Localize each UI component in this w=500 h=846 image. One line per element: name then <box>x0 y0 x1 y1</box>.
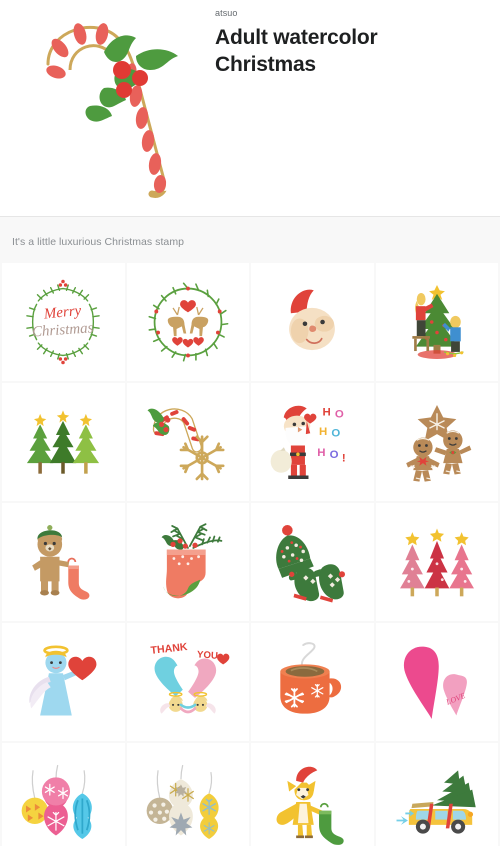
sticker-grid: Merry Christmas H O H O H O ! THANK YOU … <box>0 263 500 846</box>
svg-text:H: H <box>318 447 326 459</box>
bear-with-stocking-icon <box>32 525 90 600</box>
svg-text:H: H <box>323 407 331 419</box>
sticker-item-love-hearts[interactable]: LOVE <box>375 623 498 741</box>
sticker-item-cocoa-mug[interactable] <box>251 623 374 741</box>
sticker-item-stocking-with-greenery[interactable] <box>126 503 249 621</box>
sticker-item-merry-christmas-wreath[interactable]: Merry Christmas <box>2 263 125 381</box>
sticker-item-knit-hat-and-mittens[interactable] <box>251 503 374 621</box>
main-sticker-art <box>0 0 215 216</box>
sticker-item-angel-with-heart[interactable] <box>2 623 125 741</box>
svg-text:O: O <box>332 428 341 440</box>
pink-trees-icon <box>399 528 474 597</box>
reindeer-wreath-icon <box>148 282 229 362</box>
sticker-item-reindeer-wreath[interactable] <box>126 263 249 381</box>
sticker-item-pink-trees[interactable] <box>375 503 498 621</box>
sticker-item-bear-with-stocking[interactable] <box>2 503 125 621</box>
svg-text:O: O <box>335 408 344 420</box>
author-name[interactable]: atsuo <box>215 6 465 20</box>
sticker-item-santa-ho-ho-ho[interactable]: H O H O H O ! <box>251 383 374 501</box>
car-carrying-tree-icon <box>396 770 476 834</box>
sticker-hero: atsuo Adult watercolor Christmas <box>0 0 500 216</box>
knit-hat-and-mittens-icon <box>276 525 346 603</box>
candy-cane-with-holly-icon <box>36 16 178 198</box>
santa-ho-ho-ho-icon: H O H O H O ! <box>270 405 346 479</box>
page-title: Adult watercolor Christmas <box>215 26 378 76</box>
svg-text:H: H <box>319 426 327 438</box>
svg-text:O: O <box>330 449 339 461</box>
svg-text:THANK: THANK <box>150 641 188 657</box>
candy-cane-snowflake-icon <box>147 408 225 481</box>
sticker-item-santa-face[interactable] <box>251 263 374 381</box>
sticker-item-neutral-ornaments[interactable] <box>126 743 249 846</box>
family-decorating-tree-icon <box>412 285 464 359</box>
neutral-ornaments-icon <box>146 764 219 839</box>
sticker-meta: atsuo Adult watercolor Christmas <box>215 0 479 78</box>
sticker-detail-page: atsuo Adult watercolor Christmas It's a … <box>0 0 500 846</box>
cocoa-mug-icon <box>280 642 342 714</box>
stocking-with-greenery-icon <box>161 523 223 599</box>
three-green-trees-icon <box>27 410 100 474</box>
sticker-item-candy-cane-snowflake[interactable] <box>126 383 249 501</box>
sticker-item-three-green-trees[interactable] <box>2 383 125 501</box>
svg-text:Christmas: Christmas <box>32 320 95 340</box>
sticker-list-section: It's a little luxurious Christmas stamp <box>0 217 500 846</box>
colorful-ornaments-icon <box>21 764 93 839</box>
sticker-description: It's a little luxurious Christmas stamp <box>12 236 185 248</box>
sticker-item-thank-you-angels[interactable]: THANK YOU <box>126 623 249 741</box>
gingerbread-men-icon <box>405 405 472 482</box>
love-hearts-icon: LOVE <box>403 646 467 719</box>
sticker-item-fox-with-stocking[interactable] <box>251 743 374 846</box>
angel-with-heart-icon <box>29 645 97 716</box>
thank-you-angels-icon: THANK YOU <box>150 641 230 714</box>
svg-text:!: ! <box>342 452 346 464</box>
sticker-item-car-carrying-tree[interactable] <box>375 743 498 846</box>
sticker-item-family-decorating-tree[interactable] <box>375 263 498 381</box>
fox-with-stocking-icon <box>276 765 344 845</box>
santa-face-icon <box>289 289 336 351</box>
merry-christmas-wreath-icon: Merry Christmas <box>26 279 101 365</box>
svg-text:Merry: Merry <box>42 303 82 323</box>
sticker-item-colorful-ornaments[interactable] <box>2 743 125 846</box>
sticker-item-gingerbread-men[interactable] <box>375 383 498 501</box>
